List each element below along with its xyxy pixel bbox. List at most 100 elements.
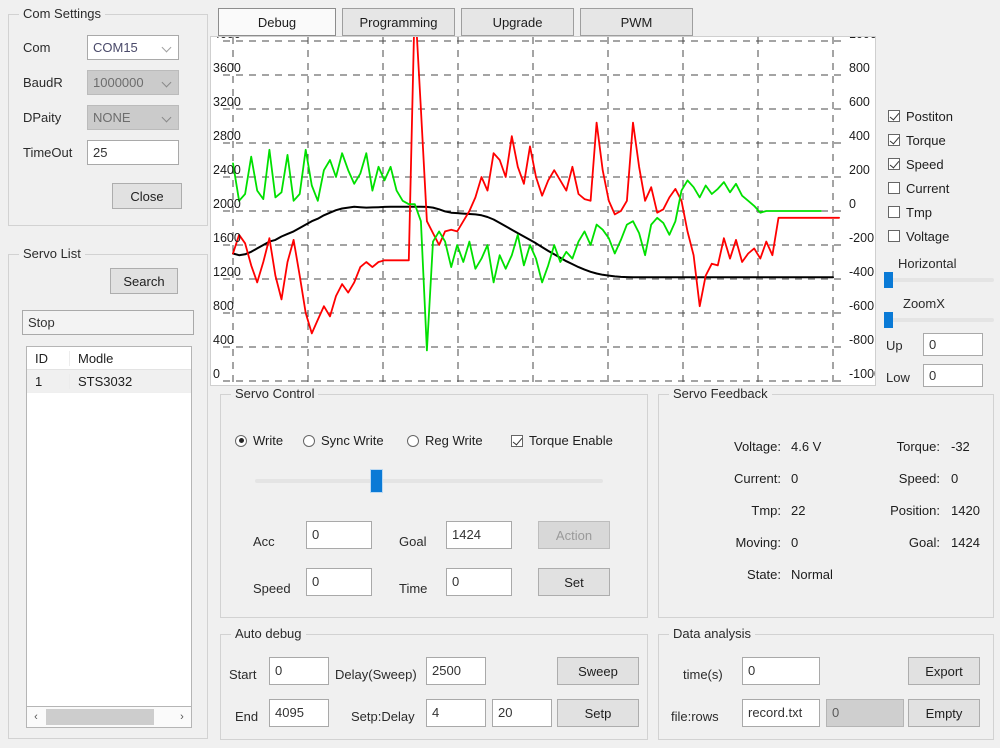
- legend-checkbox-speed[interactable]: Speed: [888, 152, 953, 176]
- close-button[interactable]: Close: [112, 183, 182, 209]
- export-button-label: Export: [925, 663, 963, 679]
- column-header-id: ID: [35, 350, 48, 366]
- zoomx-slider-track: [886, 318, 994, 322]
- feedback-key: Voltage:: [734, 439, 781, 454]
- servo-feedback-panel: Servo Feedback Voltage: 4.6 V Torque: -32 Cu…: [658, 386, 994, 618]
- feedback-key: Current:: [734, 471, 781, 486]
- zoomx-slider[interactable]: [883, 312, 994, 328]
- up-label: Up: [886, 338, 903, 353]
- setp-button-label: Setp: [584, 705, 612, 721]
- empty-button[interactable]: Empty: [908, 699, 980, 727]
- tab-debug-label: Debug: [257, 14, 297, 30]
- checkbox-icon: [888, 134, 900, 146]
- position-slider[interactable]: [255, 469, 603, 493]
- speed-input[interactable]: 0: [306, 568, 372, 596]
- start-input[interactable]: 0: [269, 657, 329, 685]
- waveform-chart[interactable]: 400036003200280024002000160012008004000 …: [210, 36, 876, 386]
- servo-control-panel: Servo Control Write Sync Write Reg Write…: [220, 386, 648, 618]
- checkbox-icon: [888, 182, 900, 194]
- feedback-key: Tmp:: [751, 503, 781, 518]
- delay-sweep-input[interactable]: 2500: [426, 657, 486, 685]
- legend-checkbox-current[interactable]: Current: [888, 176, 953, 200]
- tab-programming[interactable]: Programming: [342, 8, 455, 36]
- end-input[interactable]: 4095: [269, 699, 329, 727]
- low-input[interactable]: 0: [923, 364, 983, 387]
- chevron-down-icon: [162, 42, 173, 53]
- horizontal-slider-handle[interactable]: [883, 272, 893, 288]
- end-label: End: [235, 709, 259, 724]
- radio-reg-write-label: Reg Write: [425, 433, 483, 448]
- servo-feedback-title: Servo Feedback: [669, 386, 772, 401]
- checkbox-icon: [888, 230, 900, 242]
- radio-write[interactable]: Write: [235, 433, 283, 448]
- y-right-tick: 200: [849, 163, 870, 177]
- servo-list-table[interactable]: ID Modle 1 STS3032: [26, 346, 192, 712]
- set-button[interactable]: Set: [538, 568, 610, 596]
- setp-delay-input[interactable]: 20: [492, 699, 552, 727]
- acc-label: Acc: [253, 534, 275, 549]
- close-button-label: Close: [130, 188, 164, 204]
- horizontal-slider-track: [886, 278, 994, 282]
- scrollbar-thumb[interactable]: [46, 709, 154, 725]
- table-row[interactable]: 1 STS3032: [27, 370, 191, 392]
- up-input[interactable]: 0: [923, 333, 983, 356]
- goal-label: Goal: [399, 534, 427, 549]
- zoomx-label: ZoomX: [903, 296, 945, 311]
- feedback-value: -32: [951, 439, 970, 454]
- y-left-tick: 1600: [213, 231, 241, 245]
- action-button[interactable]: Action: [538, 521, 610, 549]
- y-left-tick: 3600: [213, 61, 241, 75]
- tab-pwm[interactable]: PWM: [580, 8, 693, 36]
- column-header-model: Modle: [69, 350, 191, 366]
- cell-id: 1: [35, 373, 43, 389]
- torque-enable-checkbox[interactable]: Torque Enable: [511, 433, 613, 448]
- tab-debug[interactable]: Debug: [218, 8, 336, 36]
- com-settings-panel: Com Settings Com COM15 BaudR 1000000 DPa…: [8, 6, 208, 226]
- setp-input[interactable]: 4: [426, 699, 486, 727]
- action-button-label: Action: [555, 527, 593, 543]
- acc-input[interactable]: 0: [306, 521, 372, 549]
- tab-upgrade[interactable]: Upgrade: [461, 8, 574, 36]
- y-left-tick: 4000: [213, 37, 241, 41]
- export-button[interactable]: Export: [908, 657, 980, 685]
- checkbox-icon: [888, 158, 900, 170]
- search-button[interactable]: Search: [110, 268, 178, 294]
- position-slider-handle[interactable]: [370, 469, 384, 493]
- sweep-button[interactable]: Sweep: [557, 657, 639, 685]
- scroll-left-icon[interactable]: ‹: [27, 711, 45, 723]
- horizontal-slider[interactable]: [883, 272, 994, 288]
- legend-checkbox-postiton[interactable]: Postiton: [888, 104, 953, 128]
- time-input[interactable]: 0: [446, 568, 512, 596]
- table-row-empty[interactable]: [27, 392, 191, 415]
- baudrate-select[interactable]: 1000000: [87, 70, 179, 95]
- zoomx-slider-handle[interactable]: [883, 312, 893, 328]
- servo-list-hscrollbar[interactable]: ‹ ›: [26, 706, 192, 728]
- baudrate-value: 1000000: [93, 75, 144, 90]
- radio-reg-write-icon: [407, 434, 419, 447]
- com-label: Com: [23, 40, 51, 55]
- time-seconds-input[interactable]: 0: [742, 657, 820, 685]
- scroll-right-icon[interactable]: ›: [173, 711, 191, 723]
- time-seconds-label: time(s): [683, 667, 723, 682]
- baudrate-label: BaudR: [23, 75, 63, 90]
- radio-reg-write[interactable]: Reg Write: [407, 433, 483, 448]
- legend-checkbox-voltage[interactable]: Voltage: [888, 224, 953, 248]
- y-right-tick: 400: [849, 129, 870, 143]
- parity-value: NONE: [93, 110, 131, 125]
- radio-sync-write[interactable]: Sync Write: [303, 433, 384, 448]
- checkbox-icon: [888, 110, 900, 122]
- com-port-select[interactable]: COM15: [87, 35, 179, 60]
- legend-checkbox-tmp[interactable]: Tmp: [888, 200, 953, 224]
- file-name-input[interactable]: record.txt: [742, 699, 820, 727]
- timeout-input[interactable]: 25: [87, 140, 179, 165]
- cell-model: STS3032: [69, 373, 191, 389]
- setp-button[interactable]: Setp: [557, 699, 639, 727]
- y-left-tick: 3200: [213, 95, 241, 109]
- radio-sync-write-label: Sync Write: [321, 433, 384, 448]
- parity-select[interactable]: NONE: [87, 105, 179, 130]
- legend-label: Voltage: [906, 228, 950, 244]
- servo-status-field: Stop: [22, 310, 194, 335]
- feedback-value: Normal: [791, 567, 833, 582]
- goal-input[interactable]: 1424: [446, 521, 512, 549]
- legend-checkbox-torque[interactable]: Torque: [888, 128, 953, 152]
